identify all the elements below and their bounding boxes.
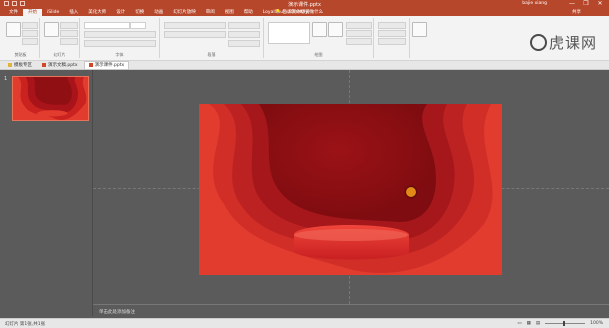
tab-meihua[interactable]: 美化大师 (83, 9, 111, 16)
select-button[interactable] (378, 38, 406, 45)
document-tabs: 模板专区 演示文稿.pptx 演示课件.pptx (0, 60, 609, 70)
format-painter-button[interactable] (22, 38, 38, 45)
shapes-gallery[interactable] (268, 22, 310, 44)
editing-group (374, 18, 410, 58)
doc-tab-label: 演示课件.pptx (94, 62, 125, 68)
window-title: 演示课件.pptx (288, 2, 321, 8)
tab-view[interactable]: 视图 (220, 9, 239, 16)
font-group: 字体 (80, 18, 160, 58)
minimize-button[interactable]: — (565, 0, 579, 8)
paste-button[interactable] (6, 22, 21, 37)
list-buttons-row[interactable] (164, 22, 226, 29)
align-buttons-row[interactable] (164, 31, 226, 38)
mouse-cursor-indicator (406, 187, 416, 197)
tab-review[interactable]: 审阅 (201, 9, 220, 16)
folder-icon (8, 63, 12, 67)
lightbulb-icon: 💡 (275, 9, 281, 15)
tell-me-text: 告诉我你想要做什么 (282, 10, 324, 15)
drawing-label: 绘图 (314, 52, 323, 57)
share-button[interactable]: 共享 (572, 9, 581, 15)
layout-button[interactable] (60, 22, 78, 29)
doc-tab-presentation[interactable]: 演示文稿.pptx (38, 62, 82, 69)
doc-tab-courseware[interactable]: 演示课件.pptx (83, 60, 130, 70)
slide-thumbnail-panel: 1 (0, 70, 93, 316)
tab-home[interactable]: 开始 (23, 9, 42, 16)
zoom-level[interactable]: 100% (590, 321, 603, 326)
section-button[interactable] (60, 38, 78, 45)
find-button[interactable] (378, 22, 406, 29)
watermark: 虎课网 (529, 32, 597, 53)
thumbnail-art (13, 77, 88, 120)
clipboard-label: 剪贴板 (14, 52, 27, 57)
doc-tab-templates[interactable]: 模板专区 (4, 62, 36, 69)
shape-fill-button[interactable] (346, 22, 372, 29)
font-effects-row[interactable] (84, 40, 156, 47)
tab-design[interactable]: 设计 (111, 9, 130, 16)
tab-slideshow[interactable]: 幻灯片放映 (168, 9, 201, 16)
font-label: 字体 (115, 52, 124, 57)
slides-group: 幻灯片 (40, 18, 80, 58)
tab-file[interactable]: 文件 (4, 9, 23, 16)
tell-me-box[interactable]: 💡 告诉我你想要做什么 (275, 9, 324, 16)
user-name[interactable]: bajie xiang (522, 1, 547, 6)
microphone-icon[interactable] (412, 22, 427, 37)
normal-view-icon[interactable]: ▭ (517, 321, 521, 326)
pptx-file-icon (42, 63, 46, 67)
tab-animations[interactable]: 动画 (149, 9, 168, 16)
text-direction-button[interactable] (228, 22, 260, 29)
status-right: ▭ ▦ ▤ 100% (517, 321, 603, 326)
slide-artwork[interactable] (199, 104, 502, 275)
window-controls: — ❐ ✕ (565, 0, 607, 8)
title-bar: 演示课件.pptx bajie xiang — ❐ ✕ (0, 0, 609, 8)
notes-pane[interactable]: 单击此处添加备注 (93, 304, 609, 319)
slides-label: 幻灯片 (53, 52, 66, 57)
tab-islide[interactable]: iSlide (42, 9, 64, 16)
smartart-button[interactable] (228, 40, 260, 47)
slide-sorter-icon[interactable]: ▦ (527, 321, 531, 326)
font-format-row[interactable] (84, 31, 156, 38)
ribbon-panel: 剪贴板 幻灯片 字体 段落 绘图 虎课网 (0, 16, 609, 61)
align-text-button[interactable] (228, 31, 260, 38)
new-slide-button[interactable] (44, 22, 59, 37)
clipboard-group: 剪贴板 (2, 18, 40, 58)
reading-view-icon[interactable]: ▤ (536, 321, 540, 326)
drawing-group: 绘图 (264, 18, 374, 58)
slide-editing-area[interactable] (93, 70, 609, 304)
watermark-text: 虎课网 (548, 34, 597, 52)
replace-button[interactable] (378, 30, 406, 37)
paragraph-group: 段落 (160, 18, 264, 58)
tiger-logo-icon (529, 34, 547, 51)
slide-count-status: 幻灯片 第1张,共1张 (5, 322, 46, 327)
font-name-select[interactable] (84, 22, 130, 29)
shape-outline-button[interactable] (346, 30, 372, 37)
notes-placeholder: 单击此处添加备注 (99, 310, 135, 315)
restore-button[interactable]: ❐ (579, 0, 593, 8)
quick-styles-button[interactable] (328, 22, 343, 37)
tab-help[interactable]: 帮助 (239, 9, 258, 16)
zoom-slider[interactable] (545, 321, 586, 326)
voice-group (410, 18, 427, 58)
shape-effects-button[interactable] (346, 38, 372, 45)
copy-button[interactable] (22, 30, 38, 37)
cut-button[interactable] (22, 22, 38, 29)
tab-insert[interactable]: 插入 (64, 9, 83, 16)
tab-transitions[interactable]: 切换 (130, 9, 149, 16)
reset-button[interactable] (60, 30, 78, 37)
font-size-select[interactable] (130, 22, 146, 29)
paragraph-label: 段落 (207, 52, 216, 57)
doc-tab-label: 模板专区 (14, 62, 32, 68)
pptx-file-icon (88, 63, 93, 67)
close-button[interactable]: ✕ (593, 0, 607, 8)
doc-tab-label: 演示文稿.pptx (48, 62, 78, 68)
slide-number: 1 (4, 76, 8, 82)
arrange-button[interactable] (312, 22, 327, 37)
slide-thumbnail[interactable] (12, 76, 89, 121)
slide-canvas[interactable] (199, 104, 502, 275)
